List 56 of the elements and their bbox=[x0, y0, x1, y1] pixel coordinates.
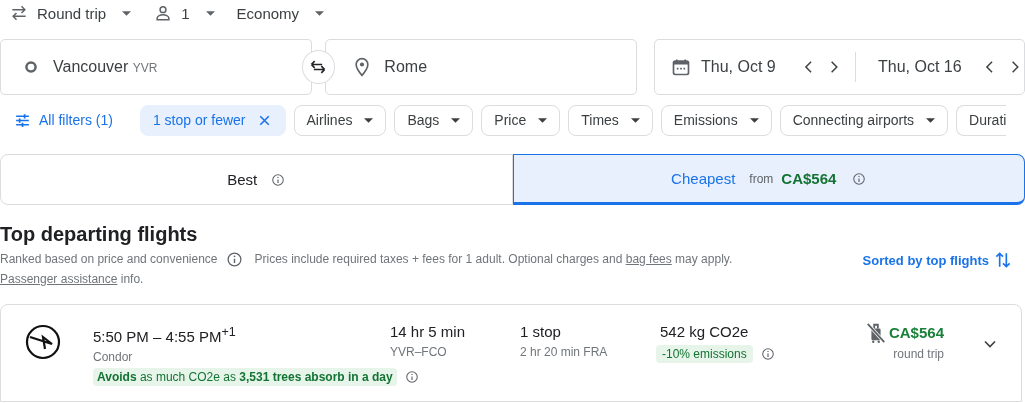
airline-name: Condor bbox=[93, 350, 134, 365]
flight-duration: 14 hr 5 min bbox=[390, 322, 467, 342]
caret-icon bbox=[538, 117, 548, 123]
sort-button[interactable]: Sorted by top flights bbox=[862, 250, 1013, 270]
filter-chip[interactable]: Emissions bbox=[660, 104, 772, 136]
prices-note: Prices include required taxes + fees for 1 adult. Optional charges and bag fees may apply. bbox=[254, 252, 733, 266]
filter-chip[interactable]: 1 stop or fewer bbox=[139, 104, 286, 136]
flight-route: YVR–FCO bbox=[390, 345, 448, 360]
origin-field[interactable]: Vancouver YVR bbox=[0, 39, 312, 95]
caret-icon bbox=[315, 10, 325, 16]
flight-price: CA$564 bbox=[888, 323, 944, 343]
swap-button[interactable] bbox=[301, 50, 336, 84]
trip-option-dropdown[interactable]: 1 bbox=[153, 3, 215, 23]
caret-icon bbox=[451, 117, 461, 123]
ranking-note: Ranked based on price and convenience bbox=[0, 252, 218, 266]
info-icon[interactable] bbox=[271, 172, 286, 187]
filter-chip[interactable]: Price bbox=[481, 104, 561, 136]
caret-icon bbox=[205, 10, 215, 16]
filter-chip[interactable]: Times bbox=[568, 104, 653, 136]
bag-fees-link[interactable]: bag fees bbox=[625, 252, 672, 266]
all-filters-button[interactable]: All filters (1) bbox=[0, 104, 125, 136]
flight-times: 5:50 PM – 4:55 PM$^{+1}$ bbox=[93, 324, 237, 347]
section-title: Top departing flights bbox=[0, 222, 199, 246]
emissions-note: Avoids as much CO2e as 3,531 trees absorb in a day bbox=[93, 368, 397, 386]
layover-info: 2 hr 20 min FRA bbox=[520, 345, 609, 360]
info-icon[interactable] bbox=[225, 250, 243, 268]
passenger-assistance-link[interactable]: Passenger assistance bbox=[0, 272, 118, 286]
price-note: round trip bbox=[893, 347, 944, 362]
return-date[interactable]: Thu, Oct 16 bbox=[878, 58, 973, 76]
caret-icon bbox=[630, 117, 640, 123]
info-icon[interactable] bbox=[852, 171, 867, 186]
emissions-amount: 542 kg CO2e bbox=[660, 322, 750, 342]
info-icon[interactable] bbox=[760, 347, 775, 361]
filter-chip[interactable]: Connecting airports bbox=[779, 104, 949, 136]
trip-option-dropdown[interactable]: Economy bbox=[236, 4, 325, 22]
emissions-badge: -10% emissions bbox=[656, 345, 753, 363]
filter-chip[interactable]: Durati bbox=[956, 104, 1007, 136]
filter-chip[interactable]: Airlines bbox=[293, 104, 387, 136]
caret-icon bbox=[364, 117, 374, 123]
sort-tab[interactable]: Best bbox=[0, 154, 513, 205]
destination-field[interactable]: Rome bbox=[325, 39, 637, 95]
sort-tab[interactable]: Cheapest from CA$564 bbox=[512, 154, 1025, 205]
assistance-note: Passenger assistance info. bbox=[0, 272, 144, 286]
sort-arrows-icon bbox=[993, 250, 1013, 270]
filter-chip[interactable]: Bags bbox=[394, 104, 474, 136]
swap-arrows-icon bbox=[9, 3, 29, 23]
trip-option-dropdown[interactable]: Round trip bbox=[9, 3, 132, 23]
stops-count: 1 stop bbox=[520, 322, 562, 342]
info-icon[interactable] bbox=[404, 370, 419, 384]
caret-icon bbox=[926, 117, 936, 123]
calendar-icon bbox=[671, 57, 691, 77]
airline-logo-icon bbox=[25, 324, 61, 360]
caret-icon bbox=[749, 117, 759, 123]
sliders-icon bbox=[14, 111, 31, 129]
departure-date[interactable]: Thu, Oct 9 bbox=[701, 58, 792, 76]
caret-icon bbox=[122, 10, 132, 16]
